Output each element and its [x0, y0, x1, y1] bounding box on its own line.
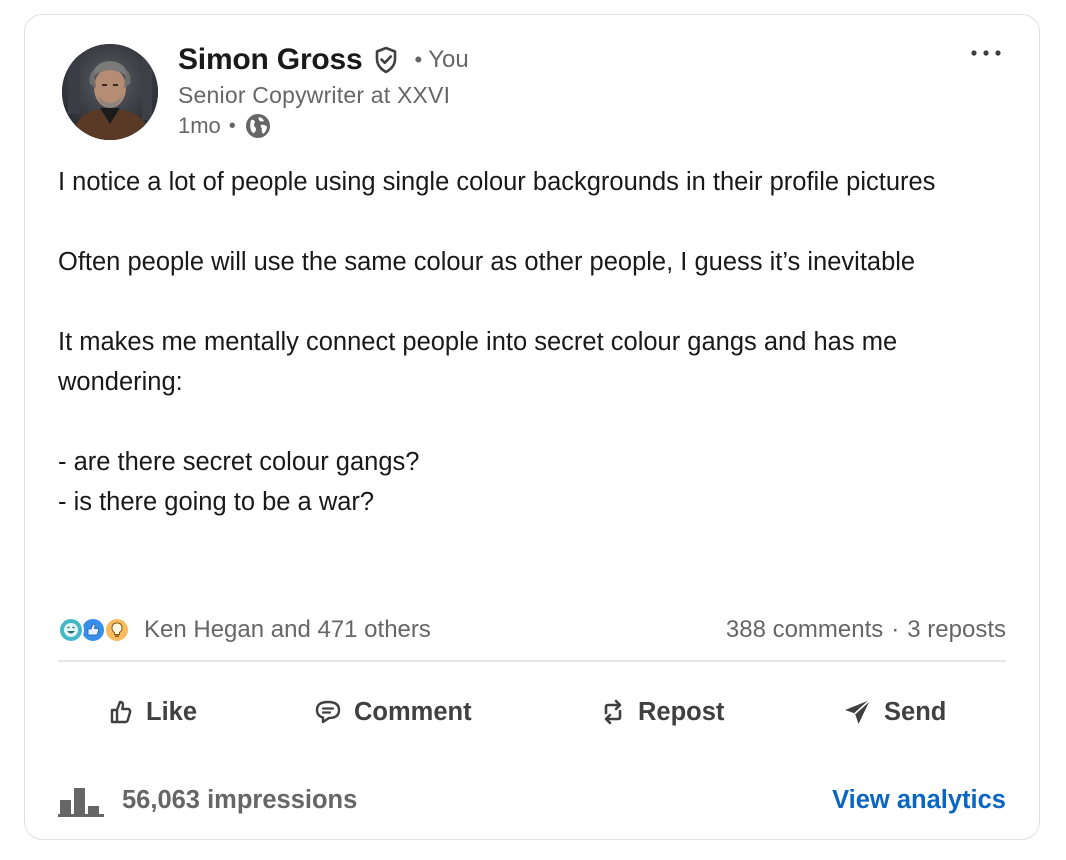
separator-dot: • [228, 114, 236, 137]
divider [58, 660, 1006, 662]
post-paragraph: I notice a lot of people using single co… [58, 168, 936, 196]
author-name[interactable]: Simon Gross [178, 43, 363, 77]
like-button[interactable]: Like [106, 686, 197, 738]
comment-button[interactable]: Comment [312, 686, 472, 738]
impressions-count: 56,063 impressions [122, 785, 358, 814]
post-time: 1mo [178, 113, 221, 138]
send-icon [845, 699, 871, 724]
post-paragraph: Often people will use the same colour as… [58, 248, 916, 276]
action-bar: Like Comment Repost Send [58, 686, 1006, 738]
comments-count[interactable]: 388 comments [726, 616, 883, 644]
post-meta: 1mo • [178, 112, 272, 140]
repost-label: Repost [638, 697, 725, 726]
like-icon [110, 700, 132, 724]
globe-icon [244, 112, 272, 140]
ellipsis-icon [971, 50, 1001, 56]
reactions-text[interactable]: Ken Hegan and 471 others [144, 616, 431, 644]
repost-button[interactable]: Repost [598, 686, 724, 738]
post-paragraph: - are there secret colour gangs? - is th… [58, 448, 420, 516]
reactions-summary[interactable]: Ken Hegan and 471 others [58, 614, 431, 646]
separator-dot: · [891, 616, 900, 643]
funny-icon [58, 617, 84, 643]
engagement-counts: 388 comments · 3 reposts [726, 614, 1006, 646]
send-label: Send [884, 697, 947, 726]
reposts-count[interactable]: 3 reposts [907, 616, 1006, 644]
avatar[interactable] [62, 44, 158, 140]
author-relation: You [428, 46, 469, 73]
insightful-icon [104, 617, 130, 643]
send-button[interactable]: Send [842, 686, 946, 738]
post-body: I notice a lot of people using single co… [58, 162, 998, 522]
comment-label: Comment [354, 697, 472, 726]
like-label: Like [146, 697, 198, 726]
repost-icon [604, 699, 622, 725]
author-name-row: Simon Gross • You [178, 42, 469, 78]
author-headline: Senior Copywriter at XXVI [178, 82, 451, 108]
verified-badge-icon [371, 45, 401, 75]
post-paragraph: It makes me mentally connect people into… [58, 328, 905, 396]
impressions-row: 56,063 impressions [58, 780, 357, 820]
more-options-button[interactable] [962, 38, 1010, 68]
reaction-icons [58, 615, 138, 645]
comment-icon [315, 700, 341, 724]
bar-chart-icon [58, 788, 104, 817]
separator-dot: • [414, 47, 423, 72]
view-analytics-link[interactable]: View analytics [832, 780, 1006, 820]
